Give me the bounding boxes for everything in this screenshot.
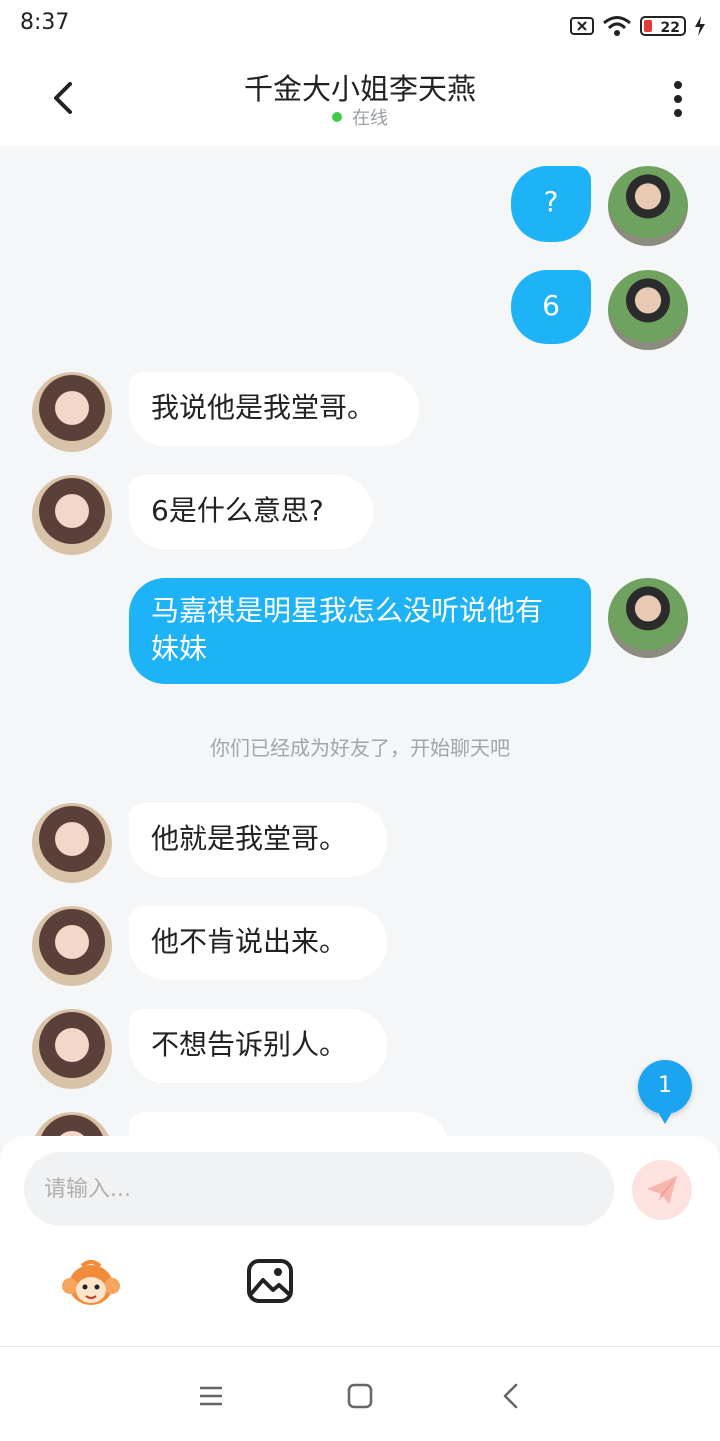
message-bubble-outgoing[interactable]: ?	[511, 166, 591, 242]
status-time: 8:37	[20, 10, 70, 35]
my-avatar[interactable]	[608, 270, 688, 350]
contact-avatar[interactable]	[32, 475, 112, 555]
message-bubble-incoming[interactable]: 不想告诉别人。	[129, 1009, 387, 1083]
menu-icon[interactable]	[196, 1381, 226, 1411]
contact-avatar[interactable]	[32, 906, 112, 986]
contact-name: 千金大小姐李天燕	[243, 72, 476, 106]
back-nav-icon[interactable]	[497, 1381, 527, 1411]
contact-avatar[interactable]	[32, 803, 112, 883]
battery-icon: 22	[640, 16, 686, 36]
status-bar: 8:37 22	[0, 0, 720, 52]
contact-avatar[interactable]	[32, 1112, 112, 1136]
online-status: 在线	[0, 104, 720, 130]
charging-icon	[695, 16, 705, 36]
monkey-sticker-icon[interactable]	[60, 1258, 122, 1310]
online-status-label: 在线	[352, 108, 388, 129]
my-avatar[interactable]	[608, 166, 688, 246]
status-icons: 22	[570, 12, 706, 40]
message-bubble-incoming-partial[interactable]	[129, 1112, 449, 1136]
paper-plane-icon	[647, 1176, 677, 1204]
message-bubble-incoming[interactable]: 我说他是我堂哥。	[129, 372, 419, 446]
send-button[interactable]	[632, 1160, 692, 1220]
battery-level: 22	[660, 20, 680, 36]
system-notice: 你们已经成为好友了，开始聊天吧	[210, 736, 510, 760]
more-options-icon[interactable]	[672, 80, 684, 120]
message-list[interactable]: ? 6 我说他是我堂哥。 6是什么意思? 马嘉祺是明星我怎么没听说他有妹妹 你们…	[0, 146, 720, 1136]
unread-count-badge[interactable]: 1	[638, 1060, 692, 1124]
message-composer	[0, 1136, 720, 1346]
online-dot-icon	[332, 112, 342, 122]
message-bubble-outgoing[interactable]: 马嘉祺是明星我怎么没听说他有妹妹	[129, 578, 591, 684]
wifi-icon	[603, 16, 631, 36]
contact-avatar[interactable]	[32, 372, 112, 452]
sim-error-icon	[570, 17, 594, 35]
image-picker-icon[interactable]	[246, 1258, 294, 1304]
chat-header: 千金大小姐李天燕 在线	[0, 52, 720, 146]
my-avatar[interactable]	[608, 578, 688, 658]
message-bubble-outgoing[interactable]: 6	[511, 270, 591, 344]
message-bubble-incoming[interactable]: 他就是我堂哥。	[129, 803, 387, 877]
system-navigation-bar	[0, 1346, 720, 1441]
message-bubble-incoming[interactable]: 6是什么意思?	[129, 475, 373, 549]
home-square-icon[interactable]	[345, 1381, 375, 1411]
contact-avatar[interactable]	[32, 1009, 112, 1089]
message-input[interactable]	[24, 1152, 614, 1226]
message-bubble-incoming[interactable]: 他不肯说出来。	[129, 906, 387, 980]
